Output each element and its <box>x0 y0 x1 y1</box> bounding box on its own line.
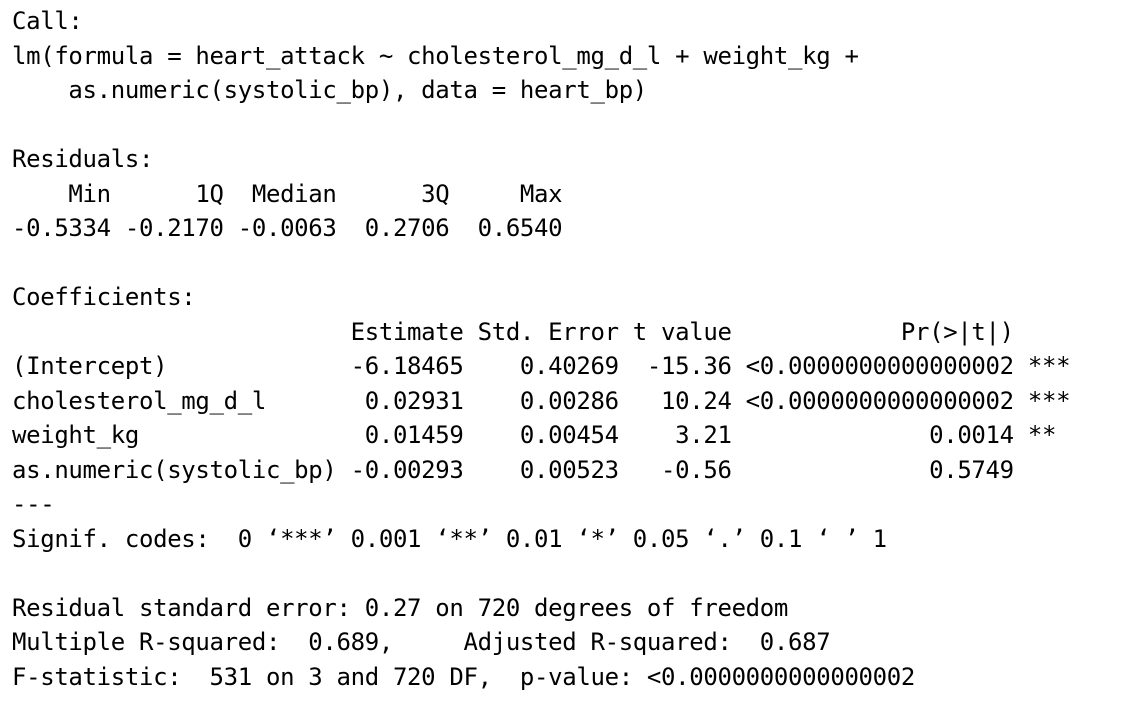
coefficients-header: Estimate Std. Error t value Pr(>|t|) <box>12 317 1071 346</box>
residuals-values: -0.5334 -0.2170 -0.0063 0.2706 0.6540 <box>12 214 563 242</box>
residual-standard-error: Residual standard error: 0.27 on 720 deg… <box>12 593 789 622</box>
residuals-header: Min 1Q Median 3Q Max <box>12 179 563 208</box>
f-statistic: F-statistic: 531 on 3 and 720 DF, p-valu… <box>12 662 915 691</box>
r-squared: Multiple R-squared: 0.689, Adjusted R-sq… <box>12 628 845 656</box>
call-formula-line-2: as.numeric(systolic_bp), data = heart_bp… <box>12 76 647 104</box>
residuals-label: Residuals: <box>12 145 154 173</box>
call-formula-line-1: lm(formula = heart_attack ~ cholesterol_… <box>12 41 859 70</box>
signif-codes: Signif. codes: 0 ‘***’ 0.001 ‘**’ 0.01 ‘… <box>12 524 887 553</box>
coefficient-row-weight: weight_kg 0.01459 0.00454 3.21 0.0014 ** <box>12 421 1071 449</box>
call-label: Call: <box>12 7 83 35</box>
regression-summary-output: Call: lm(formula = heart_attack ~ cholest… <box>12 4 1071 694</box>
coefficients-label: Coefficients: <box>12 283 196 311</box>
coefficient-row-systolic-bp: as.numeric(systolic_bp) -0.00293 0.00523… <box>12 455 1071 484</box>
coefficient-row-cholesterol: cholesterol_mg_d_l 0.02931 0.00286 10.24… <box>12 386 1071 415</box>
coefficient-row-intercept: (Intercept) -6.18465 0.40269 -15.36 <0.0… <box>12 352 1071 380</box>
separator: --- <box>12 490 55 518</box>
